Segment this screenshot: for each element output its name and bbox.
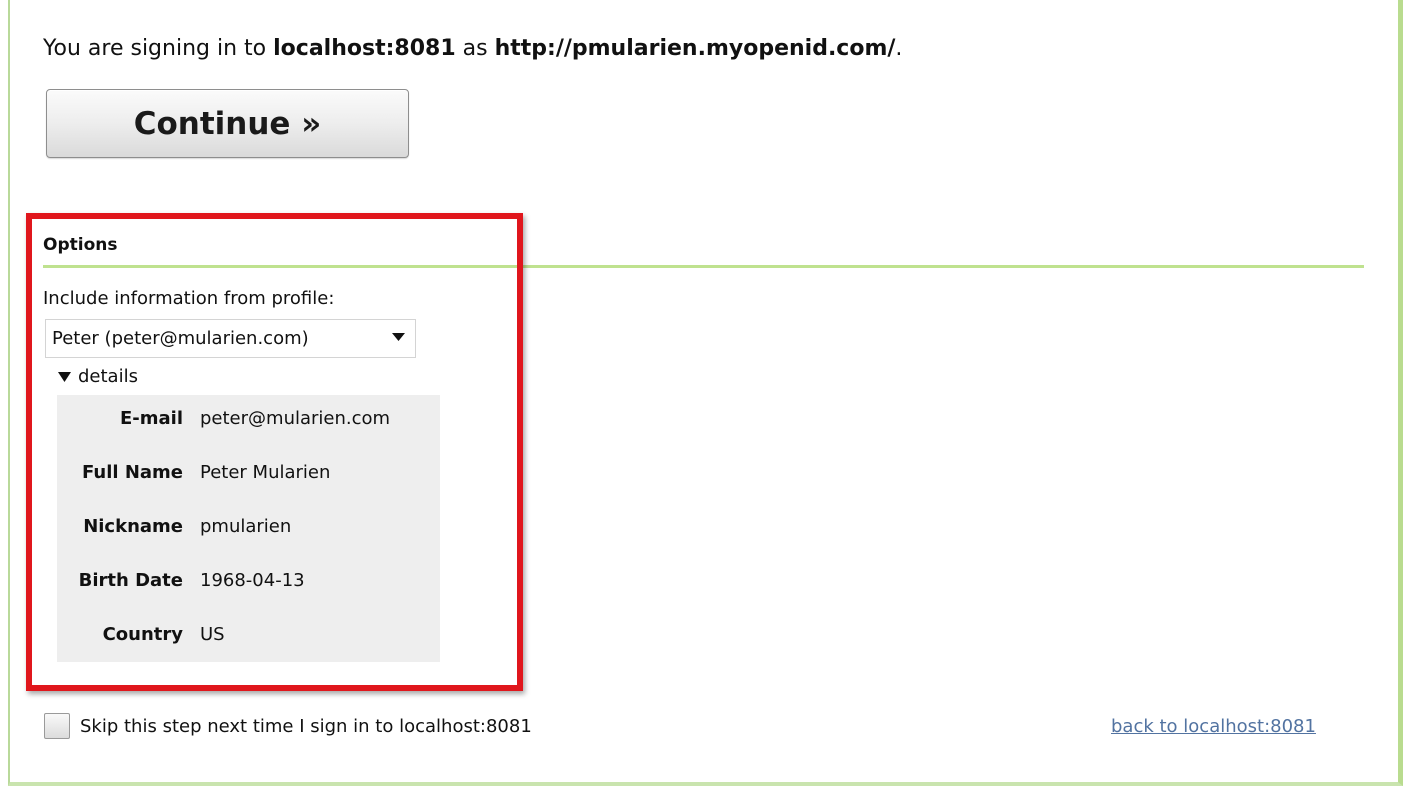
signin-message: You are signing in to localhost:8081 as … xyxy=(43,36,902,61)
highlight-box xyxy=(26,213,523,691)
intro-site: localhost:8081 xyxy=(273,36,456,61)
intro-suffix: . xyxy=(895,36,903,61)
intro-identity: http://pmularien.myopenid.com/ xyxy=(494,36,896,61)
skip-step-label: Skip this step next time I sign in to lo… xyxy=(80,716,532,737)
back-to-site-link[interactable]: back to localhost:8081 xyxy=(1111,716,1316,737)
intro-prefix: You are signing in to xyxy=(43,36,267,61)
intro-middle: as xyxy=(462,36,488,61)
continue-button[interactable]: Continue » xyxy=(46,89,409,158)
skip-step-checkbox[interactable] xyxy=(44,713,70,739)
